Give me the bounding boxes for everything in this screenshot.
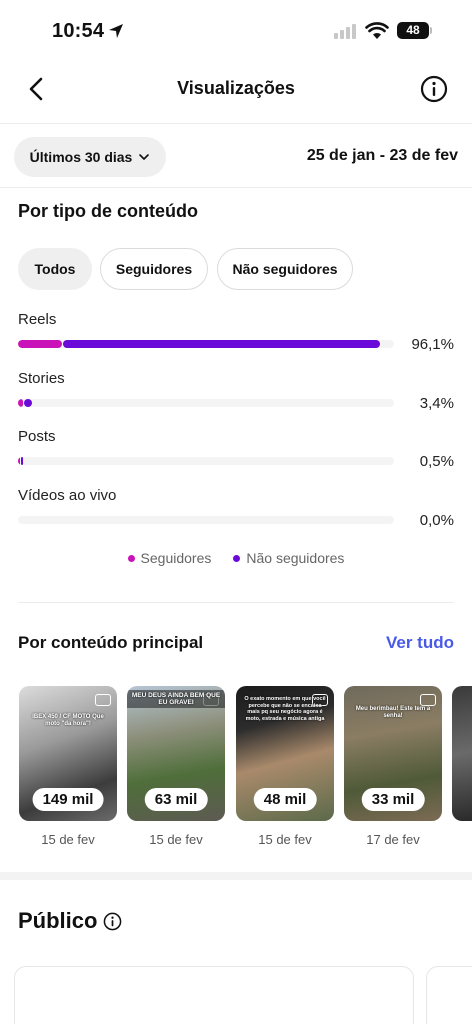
reel-caption: MEU DEUS AINDA BEM QUE EU GRAVEI [127,690,225,708]
top-content-title: Por conteúdo principal [18,633,204,652]
cellular-signal-icon [334,24,356,39]
status-bar: 10:54 48 [0,0,472,60]
info-icon[interactable] [420,75,448,103]
filter-row: Últimos 30 dias 25 de jan - 23 de fev [0,137,472,179]
followers-bar-segment [18,457,20,465]
metric-percentage: 96,1% [411,336,454,353]
info-icon[interactable] [103,912,122,931]
metric-percentage: 0,0% [419,512,454,529]
battery-indicator: 48 [397,22,429,39]
audience-card-partial [426,966,472,1024]
page-title: Visualizações [177,78,295,98]
tab-seguidores[interactable]: Seguidores [100,248,208,290]
reel-thumbnail[interactable]: IBEX 450 / CF MOTO Que moto "da hora"! 1… [19,686,117,821]
chart-legend: Seguidores Não seguidores [0,550,472,566]
reel-caption: IBEX 450 / CF MOTO Que moto "da hora"! [32,714,104,727]
followers-bar-segment [18,340,62,348]
reel-caption: O exato momento em que você percebe que … [244,696,326,722]
metric-bar [18,399,394,407]
metric-bar [18,516,394,524]
see-all-link[interactable]: Ver tudo [386,633,454,653]
legend-followers-label: Seguidores [140,550,212,566]
location-arrow-icon [109,24,123,38]
tab-todos[interactable]: Todos [18,248,92,290]
reel-views: 48 mil [253,788,317,811]
metric-label: Reels [18,311,57,328]
reel-date: 15 de fev [149,832,203,847]
reel-views: 63 mil [144,788,208,811]
non-followers-bar-segment [21,457,23,465]
audience-card [14,966,414,1024]
wifi-icon [365,22,389,39]
followers-bar-segment [18,399,23,407]
metric-label: Vídeos ao vivo [18,487,117,504]
metric-bar [18,457,394,465]
reels-icon [95,694,111,706]
reel-thumbnail[interactable]: MEU DEUS AINDA BEM QUE EU GRAVEI 63 mil [127,686,225,821]
header: Visualizações [0,60,472,122]
header-divider [0,123,472,124]
tab-nao-seguidores[interactable]: Não seguidores [217,248,353,290]
status-time: 10:54 [52,20,105,42]
metric-label: Stories [18,370,65,387]
non-followers-bar-segment [62,340,381,348]
reels-icon [420,694,436,706]
content-type-title: Por tipo de conteúdo [18,201,198,221]
filter-divider [0,187,472,188]
legend-followers: Seguidores [127,550,212,566]
metric-label: Posts [18,428,56,445]
reel-caption: Meu berimbau! Este tem a senha! [355,706,431,719]
reel-thumbnail[interactable]: O exato momento em que você percebe que … [236,686,334,821]
section-divider [18,602,454,603]
chevron-down-icon [139,154,150,160]
section-separator [0,872,472,880]
non-followers-bar-segment [23,399,32,407]
period-label: Últimos 30 dias [29,149,133,165]
audience-title: Público [18,908,98,933]
followers-dot [127,554,135,562]
reel-thumbnail-partial[interactable] [452,686,472,821]
reel-thumbnail[interactable]: Meu berimbau! Este tem a senha! 33 mil [344,686,442,821]
metric-percentage: 0,5% [419,453,454,470]
reel-views: 33 mil [361,788,425,811]
reel-date: 15 de fev [258,832,312,847]
reel-date: 15 de fev [41,832,95,847]
reel-views: 149 mil [32,788,104,811]
battery-tip [430,27,432,34]
date-range: 25 de jan - 23 de fev [306,147,458,164]
metric-bar [18,340,394,348]
legend-non-followers: Não seguidores [233,550,344,566]
metric-percentage: 3,4% [419,395,454,412]
non-followers-dot [233,554,241,562]
reel-date: 17 de fev [366,832,420,847]
legend-non-followers-label: Não seguidores [246,550,345,566]
period-dropdown[interactable]: Últimos 30 dias [14,137,166,177]
